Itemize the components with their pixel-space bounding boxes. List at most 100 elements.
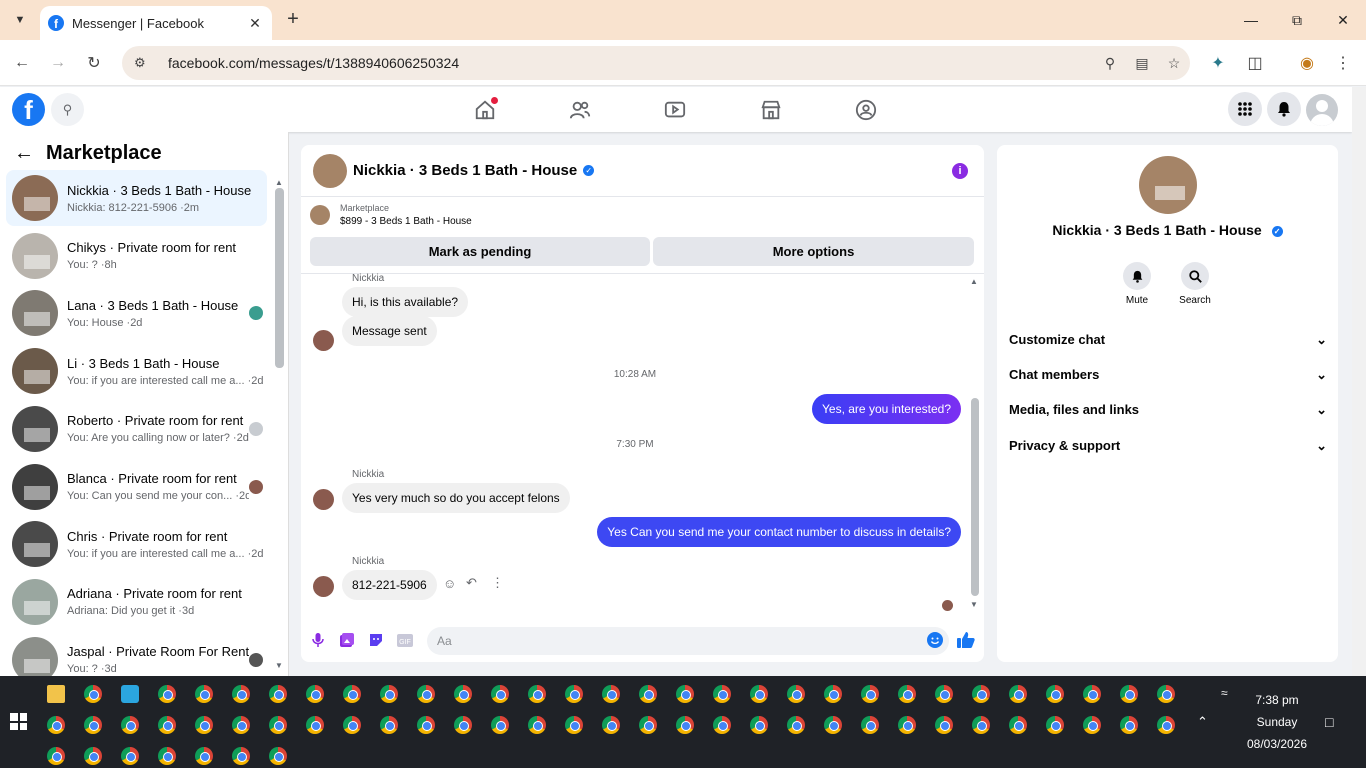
close-tab-icon[interactable]: ✕ (246, 15, 264, 32)
chrome-taskbar-icon[interactable] (1120, 716, 1138, 734)
search-icon[interactable] (1181, 262, 1209, 290)
chrome-taskbar-icon[interactable] (1120, 685, 1138, 703)
chrome-taskbar-icon[interactable] (1046, 716, 1064, 734)
chrome-taskbar-icon[interactable] (269, 716, 287, 734)
chrome-taskbar-icon[interactable] (232, 685, 250, 703)
search-action[interactable]: Search (1170, 262, 1220, 306)
install-app-icon[interactable]: ▤ (1126, 55, 1158, 72)
friends-icon[interactable] (567, 97, 593, 123)
media-files-links-row[interactable]: Media, files and links ⌄ (1009, 402, 1327, 418)
chrome-taskbar-icon[interactable] (158, 685, 176, 703)
facebook-logo-icon[interactable]: f (12, 93, 45, 126)
bookmark-star-icon[interactable]: ☆ (1158, 55, 1190, 72)
browser-tab[interactable]: f Messenger | Facebook ✕ (40, 6, 272, 40)
chat-title[interactable]: Nickkia · 3 Beds 1 Bath - House (353, 162, 577, 179)
message-bubble-sent[interactable]: Yes Can you send me your contact number … (597, 517, 961, 547)
notifications-bell-icon[interactable] (1267, 92, 1301, 126)
chrome-taskbar-icon[interactable] (417, 716, 435, 734)
message-bubble[interactable]: Yes very much so do you accept felons (342, 483, 570, 513)
listing-card[interactable]: Marketplace $899 - 3 Beds 1 Bath - House (310, 203, 472, 227)
info-icon[interactable]: i (952, 163, 968, 179)
chrome-taskbar-icon[interactable] (750, 716, 768, 734)
conversation-item[interactable]: Blanca · Private room for rent You: Can y… (6, 459, 267, 515)
chrome-taskbar-icon[interactable] (1083, 685, 1101, 703)
mark-as-pending-button[interactable]: Mark as pending (310, 237, 650, 266)
chrome-taskbar-icon[interactable] (639, 685, 657, 703)
tab-search-chevron-icon[interactable]: ▼ (8, 9, 32, 31)
chrome-taskbar-icon[interactable] (195, 716, 213, 734)
chrome-taskbar-icon[interactable] (306, 716, 324, 734)
windows-start-icon[interactable] (10, 713, 27, 730)
notifications-center-icon[interactable]: □ (1325, 714, 1333, 730)
chrome-taskbar-icon[interactable] (935, 716, 953, 734)
chrome-taskbar-icon[interactable] (676, 685, 694, 703)
chat-members-row[interactable]: Chat members ⌄ (1009, 367, 1327, 383)
chrome-taskbar-icon[interactable] (935, 685, 953, 703)
chrome-taskbar-icon[interactable] (1009, 685, 1027, 703)
chrome-taskbar-icon[interactable] (861, 716, 879, 734)
microphone-icon[interactable] (309, 631, 327, 649)
chrome-taskbar-icon[interactable] (787, 716, 805, 734)
conversation-item[interactable]: Lana · 3 Beds 1 Bath - House You: House ·… (6, 285, 267, 341)
reply-icon[interactable]: ↶ (466, 575, 477, 591)
chrome-taskbar-icon[interactable] (84, 747, 102, 765)
bell-icon[interactable] (1123, 262, 1151, 290)
chrome-taskbar-icon[interactable] (158, 747, 176, 765)
scroll-down-arrow-icon[interactable]: ▼ (275, 661, 283, 670)
emoji-picker-icon[interactable] (926, 631, 944, 649)
conversation-item[interactable]: Adriana · Private room for rent Adriana: … (6, 574, 267, 630)
chrome-taskbar-icon[interactable] (602, 685, 620, 703)
chrome-taskbar-icon[interactable] (47, 716, 65, 734)
profile-avatar[interactable] (1139, 156, 1197, 214)
chrome-taskbar-icon[interactable] (454, 716, 472, 734)
chrome-taskbar-icon[interactable] (343, 716, 361, 734)
minimize-button[interactable]: — (1228, 0, 1274, 40)
marketplace-icon[interactable] (758, 97, 784, 123)
chat-scrollbar[interactable] (971, 398, 979, 596)
react-emoji-icon[interactable]: ☺ (443, 576, 456, 591)
chrome-taskbar-icon[interactable] (1083, 716, 1101, 734)
site-settings-icon[interactable]: ⚙ (134, 55, 154, 71)
home-icon[interactable] (472, 97, 498, 123)
chrome-taskbar-icon[interactable] (1009, 716, 1027, 734)
back-button[interactable]: ← (10, 51, 34, 75)
groups-icon[interactable] (853, 97, 879, 123)
chrome-taskbar-icon[interactable] (565, 716, 583, 734)
chrome-taskbar-icon[interactable] (343, 685, 361, 703)
chrome-taskbar-icon[interactable] (84, 685, 102, 703)
chat-scroll-down-icon[interactable]: ▼ (970, 600, 978, 609)
chrome-taskbar-icon[interactable] (861, 685, 879, 703)
clock-date[interactable]: 08/03/2026 (1232, 737, 1322, 751)
chrome-taskbar-icon[interactable] (306, 685, 324, 703)
network-icon[interactable]: ≈ (1221, 686, 1228, 700)
conversation-scrollbar[interactable] (275, 188, 284, 368)
search-icon[interactable]: ⚲ (51, 93, 84, 126)
zoom-icon[interactable]: ⚲ (1094, 55, 1126, 72)
chrome-taskbar-icon[interactable] (121, 716, 139, 734)
chrome-taskbar-icon[interactable] (750, 685, 768, 703)
reload-button[interactable]: ↻ (82, 51, 106, 75)
chrome-taskbar-icon[interactable] (898, 716, 916, 734)
chrome-taskbar-icon[interactable] (1157, 685, 1175, 703)
chrome-taskbar-icon[interactable] (195, 685, 213, 703)
file-explorer-icon[interactable] (47, 685, 65, 703)
chrome-taskbar-icon[interactable] (121, 747, 139, 765)
chrome-taskbar-icon[interactable] (491, 685, 509, 703)
chat-scroll-up-icon[interactable]: ▲ (970, 277, 978, 286)
conversation-item[interactable]: Chikys · Private room for rent You: ? ·8h (6, 228, 267, 284)
more-options-button[interactable]: More options (653, 237, 974, 266)
chrome-taskbar-icon[interactable] (47, 747, 65, 765)
message-bubble[interactable]: 812-221-5906 (342, 570, 437, 600)
url-text[interactable]: facebook.com/messages/t/1388940606250324 (168, 55, 1094, 71)
chrome-taskbar-icon[interactable] (824, 685, 842, 703)
new-tab-button[interactable]: + (282, 8, 304, 30)
message-bubble[interactable]: Hi, is this available? (342, 287, 469, 317)
sender-avatar[interactable] (313, 489, 334, 510)
sender-avatar[interactable] (313, 330, 334, 351)
chrome-taskbar-icon[interactable] (639, 716, 657, 734)
sender-avatar[interactable] (313, 576, 334, 597)
chrome-taskbar-icon[interactable] (269, 685, 287, 703)
photo-icon[interactable] (338, 631, 356, 649)
chrome-taskbar-icon[interactable] (528, 716, 546, 734)
page-scrollbar[interactable] (1352, 87, 1366, 676)
